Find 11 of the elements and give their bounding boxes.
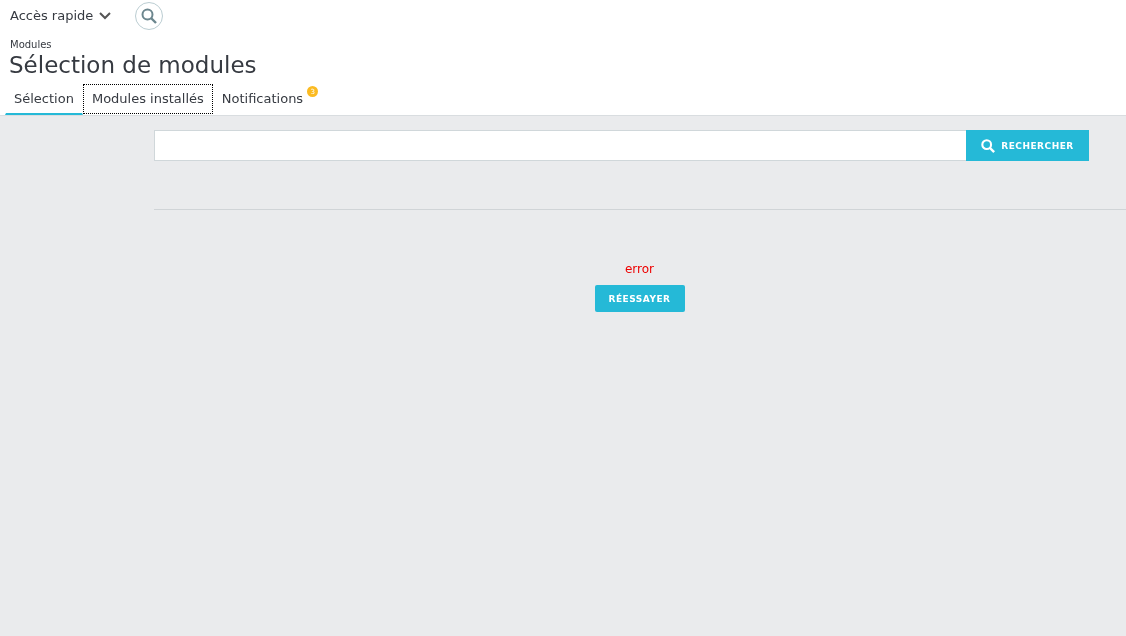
chevron-down-icon	[99, 11, 112, 20]
breadcrumb[interactable]: Modules	[10, 39, 1126, 50]
tab[interactable]: Sélection	[5, 84, 83, 115]
search-icon	[141, 7, 158, 24]
page-title: Sélection de modules	[9, 51, 258, 80]
search-button[interactable]	[135, 1, 164, 30]
quick-access-menu[interactable]: Accès rapide	[10, 8, 112, 23]
tab[interactable]: Modules installés	[82, 84, 213, 114]
search-field[interactable]	[154, 130, 966, 161]
error-message: error	[624, 262, 655, 276]
search-icon	[981, 138, 996, 153]
